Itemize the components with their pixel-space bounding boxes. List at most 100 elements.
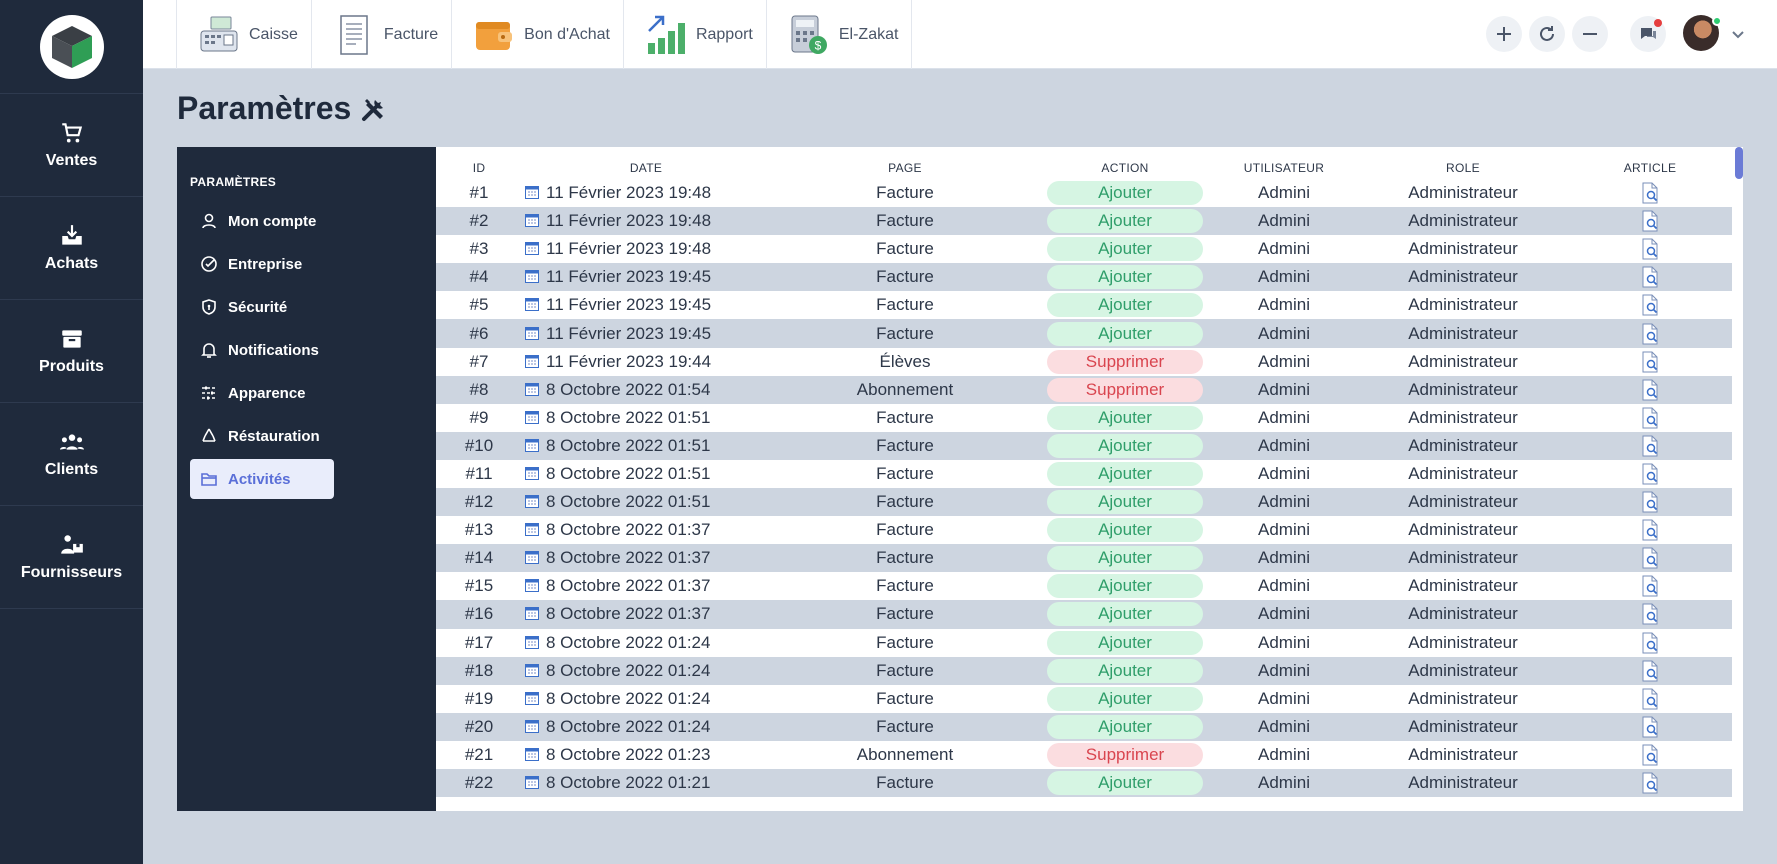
table-row[interactable]: #17 8 Octobre 2022 01:24 Facture Ajouter Adm… [436, 629, 1732, 657]
table-row[interactable]: #11 8 Octobre 2022 01:51 Facture Ajouter Adm… [436, 460, 1732, 488]
settings-item-entreprise[interactable]: Entreprise [190, 244, 424, 284]
toolbar-caisse[interactable]: Caisse [176, 0, 312, 69]
column-header-page[interactable]: PAGE [770, 157, 1040, 179]
table-row[interactable]: #8 8 Octobre 2022 01:54 Abonnement Supprime… [436, 375, 1732, 404]
table-row[interactable]: #4 11 Février 2023 19:45 Facture Ajouter Adm… [436, 263, 1732, 292]
action-badge: Ajouter [1047, 686, 1203, 711]
column-header-id[interactable]: ID [436, 157, 522, 179]
table-row[interactable]: #10 8 Octobre 2022 01:51 Facture Ajouter Adm… [436, 431, 1732, 460]
view-article-icon[interactable] [1639, 547, 1661, 569]
table-row[interactable]: #20 8 Octobre 2022 01:24 Facture Ajouter Adm… [436, 712, 1732, 741]
view-article-icon[interactable] [1639, 660, 1661, 682]
view-article-icon[interactable] [1639, 238, 1661, 260]
view-article-icon[interactable] [1639, 519, 1661, 541]
settings-item-activites[interactable]: Activités [190, 459, 334, 499]
table-row[interactable]: #18 8 Octobre 2022 01:24 Facture Ajouter Adm… [436, 656, 1732, 685]
table-row[interactable]: #21 8 Octobre 2022 01:23 Abonnement Supprim… [436, 741, 1732, 769]
view-article-icon[interactable] [1639, 435, 1661, 457]
sidebar-item-achats[interactable]: Achats [0, 197, 143, 300]
column-header-role[interactable]: ROLE [1358, 157, 1568, 179]
cell-user: Admini [1258, 463, 1310, 483]
cell-role: Administrateur [1408, 407, 1518, 427]
sidebar-item-ventes[interactable]: Ventes [0, 94, 143, 197]
view-article-icon[interactable] [1639, 575, 1661, 597]
view-article-icon[interactable] [1639, 407, 1661, 429]
table-row[interactable]: #7 11 Février 2023 19:44 Élèves Supprimer Ad… [436, 348, 1732, 376]
toolbar-facture[interactable]: Facture [312, 0, 453, 69]
messages-button[interactable] [1630, 16, 1666, 52]
view-article-icon[interactable] [1639, 491, 1661, 513]
table-row[interactable]: #5 11 Février 2023 19:45 Facture Ajouter Adm… [436, 291, 1732, 319]
cell-date: 8 Octobre 2022 01:21 [522, 768, 770, 798]
sidebar-item-produits[interactable]: Produits [0, 300, 143, 403]
view-article-icon[interactable] [1639, 182, 1661, 204]
calendar-icon [525, 466, 539, 480]
settings-item-label: Sécurité [228, 298, 288, 316]
view-article-icon[interactable] [1639, 210, 1661, 232]
cell-article [1568, 741, 1732, 769]
table-row[interactable]: #13 8 Octobre 2022 01:37 Facture Ajouter Adm… [436, 516, 1732, 544]
view-article-icon[interactable] [1639, 266, 1661, 288]
cell-article [1568, 235, 1732, 263]
view-article-icon[interactable] [1639, 379, 1661, 401]
view-article-icon[interactable] [1639, 603, 1661, 625]
view-article-icon[interactable] [1639, 716, 1661, 738]
column-header-date[interactable]: DATE [522, 157, 770, 179]
date-text: 8 Octobre 2022 01:51 [546, 463, 711, 483]
cell-role: Administrateur [1358, 207, 1568, 236]
table-row[interactable]: #1 11 Février 2023 19:48 Facture Ajouter Adm… [436, 179, 1732, 207]
settings-item-securite[interactable]: Sécurité [190, 287, 424, 327]
refresh-button[interactable] [1529, 16, 1565, 52]
view-article-icon[interactable] [1639, 351, 1661, 373]
table-row[interactable]: #19 8 Octobre 2022 01:24 Facture Ajouter Adm… [436, 685, 1732, 713]
action-badge: Ajouter [1047, 602, 1203, 627]
toolbar-bon-achat[interactable]: Bon d'Achat [452, 0, 624, 69]
table-row[interactable]: #6 11 Février 2023 19:45 Facture Ajouter Adm… [436, 319, 1732, 348]
view-article-icon[interactable] [1639, 294, 1661, 316]
minimize-button[interactable] [1572, 16, 1608, 52]
settings-item-restauration[interactable]: Réstauration [190, 416, 424, 456]
view-article-icon[interactable] [1639, 323, 1661, 345]
column-header-utilisateur[interactable]: UTILISATEUR [1210, 157, 1358, 179]
table-row[interactable]: #3 11 Février 2023 19:48 Facture Ajouter Adm… [436, 235, 1732, 263]
settings-item-notifications[interactable]: Notifications [190, 330, 424, 370]
cell-action: Ajouter [1040, 629, 1210, 657]
view-article-icon[interactable] [1639, 744, 1661, 766]
table-row[interactable]: #2 11 Février 2023 19:48 Facture Ajouter Adm… [436, 207, 1732, 236]
cell-date: 8 Octobre 2022 01:37 [522, 572, 770, 600]
chevron-down-icon[interactable] [1731, 27, 1745, 45]
view-article-icon[interactable] [1639, 772, 1661, 794]
toolbar-rapport[interactable]: Rapport [624, 0, 767, 69]
toolbar-el-zakat[interactable]: $ El-Zakat [767, 0, 913, 69]
view-article-icon[interactable] [1639, 632, 1661, 654]
table-row[interactable]: #22 8 Octobre 2022 01:21 Facture Ajouter Adm… [436, 768, 1732, 798]
sidebar-item-fournisseurs[interactable]: Fournisseurs [0, 506, 143, 609]
view-article-icon[interactable] [1639, 463, 1661, 485]
table-row[interactable]: #12 8 Octobre 2022 01:51 Facture Ajouter Adm… [436, 488, 1732, 517]
app-logo[interactable] [39, 14, 104, 79]
date-text: 11 Février 2023 19:48 [546, 183, 712, 203]
date-text: 11 Février 2023 19:48 [546, 239, 712, 259]
toolbar-label: Bon d'Achat [524, 25, 610, 43]
add-button[interactable] [1486, 16, 1522, 52]
cell-page: Facture [770, 488, 1040, 517]
column-header-article[interactable]: ARTICLE [1568, 157, 1732, 179]
view-article-icon[interactable] [1639, 688, 1661, 710]
table-row[interactable]: #15 8 Octobre 2022 01:37 Facture Ajouter Adm… [436, 572, 1732, 600]
action-badge: Supprimer [1047, 742, 1203, 767]
calendar-icon [525, 523, 539, 537]
cell-role: Administrateur [1408, 576, 1518, 596]
action-badge: Ajouter [1047, 321, 1203, 346]
sidebar-item-clients[interactable]: Clients [0, 403, 143, 506]
column-header-action[interactable]: ACTION [1040, 157, 1210, 179]
settings-item-mon-compte[interactable]: Mon compte [190, 201, 424, 241]
settings-item-apparence[interactable]: Apparence [190, 373, 424, 413]
action-badge: Ajouter [1047, 237, 1203, 262]
table-row[interactable]: #14 8 Octobre 2022 01:37 Facture Ajouter Adm… [436, 544, 1732, 573]
action-badge: Ajouter [1047, 265, 1203, 290]
table-row[interactable]: #16 8 Octobre 2022 01:37 Facture Ajouter Adm… [436, 600, 1732, 629]
cell-action: Ajouter [1040, 179, 1210, 207]
table-row[interactable]: #9 8 Octobre 2022 01:51 Facture Ajouter Admi… [436, 404, 1732, 432]
scrollbar[interactable] [1735, 147, 1743, 179]
cell-date: 11 Février 2023 19:45 [522, 319, 770, 348]
